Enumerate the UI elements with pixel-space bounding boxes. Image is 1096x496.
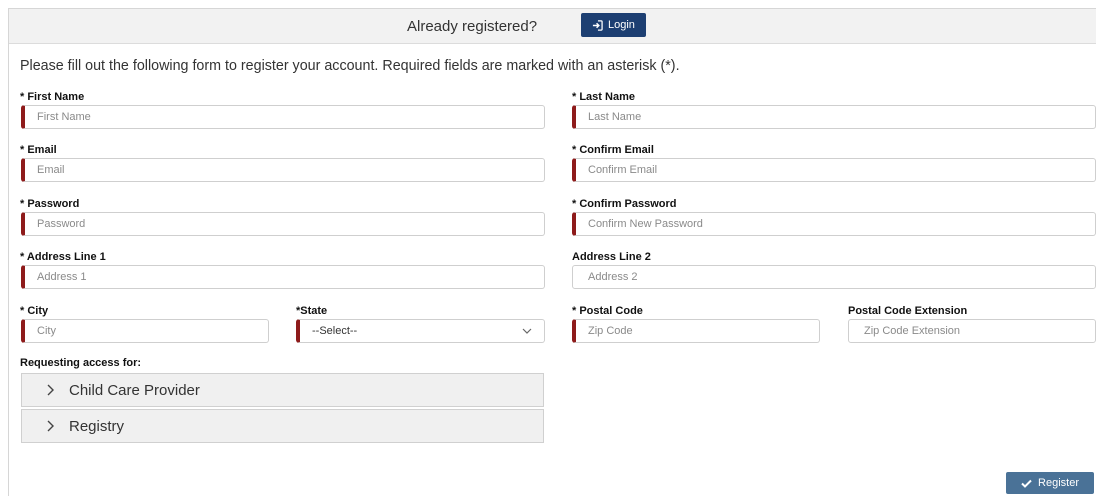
sign-in-icon — [592, 19, 603, 31]
confirm-email-input[interactable]: Confirm Email — [572, 158, 1096, 182]
city-input[interactable]: City — [21, 319, 269, 343]
state-label: *State — [296, 305, 328, 317]
address-line2-label: Address Line 2 — [572, 251, 651, 263]
login-button[interactable]: Login — [581, 13, 646, 37]
check-icon — [1021, 479, 1032, 488]
first-name-label: * First Name — [20, 91, 85, 103]
chevron-right-icon — [47, 420, 54, 432]
confirm-password-label: * Confirm Password — [572, 198, 677, 210]
already-registered-text: Already registered? — [407, 18, 538, 35]
address-line1-label: * Address Line 1 — [20, 251, 106, 263]
register-button[interactable]: Register — [1006, 472, 1094, 494]
state-select[interactable]: --Select-- — [296, 319, 545, 343]
address-line2-input[interactable]: Address 2 — [572, 265, 1096, 289]
postal-code-extension-input[interactable]: Zip Code Extension — [848, 319, 1096, 343]
requesting-access-label: Requesting access for: — [20, 357, 142, 369]
panel-label: Registry — [69, 417, 125, 435]
chevron-right-icon — [47, 384, 54, 396]
confirm-password-input[interactable]: Confirm New Password — [572, 212, 1096, 236]
email-input[interactable]: Email — [21, 158, 545, 182]
first-name-input[interactable]: First Name — [21, 105, 545, 129]
email-label: * Email — [20, 144, 57, 156]
postal-code-label: * Postal Code — [572, 305, 643, 317]
postal-code-input[interactable]: Zip Code — [572, 319, 820, 343]
panel-label: Child Care Provider — [69, 381, 200, 399]
form-instructions: Please fill out the following form to re… — [20, 58, 680, 74]
state-selected-value: --Select-- — [312, 325, 358, 337]
chevron-down-icon — [522, 328, 532, 334]
confirm-email-label: * Confirm Email — [572, 144, 654, 156]
address-line1-input[interactable]: Address 1 — [21, 265, 545, 289]
password-label: * Password — [20, 198, 80, 210]
password-input[interactable]: Password — [21, 212, 545, 236]
login-prompt-bar: Already registered? Login — [9, 9, 1096, 44]
city-label: * City — [20, 305, 49, 317]
login-label: Login — [608, 19, 635, 31]
last-name-input[interactable]: Last Name — [572, 105, 1096, 129]
panel-child-care-provider[interactable]: Child Care Provider — [21, 373, 544, 407]
postal-code-extension-label: Postal Code Extension — [848, 305, 968, 317]
panel-registry[interactable]: Registry — [21, 409, 544, 443]
register-label: Register — [1038, 477, 1079, 489]
last-name-label: * Last Name — [572, 91, 635, 103]
